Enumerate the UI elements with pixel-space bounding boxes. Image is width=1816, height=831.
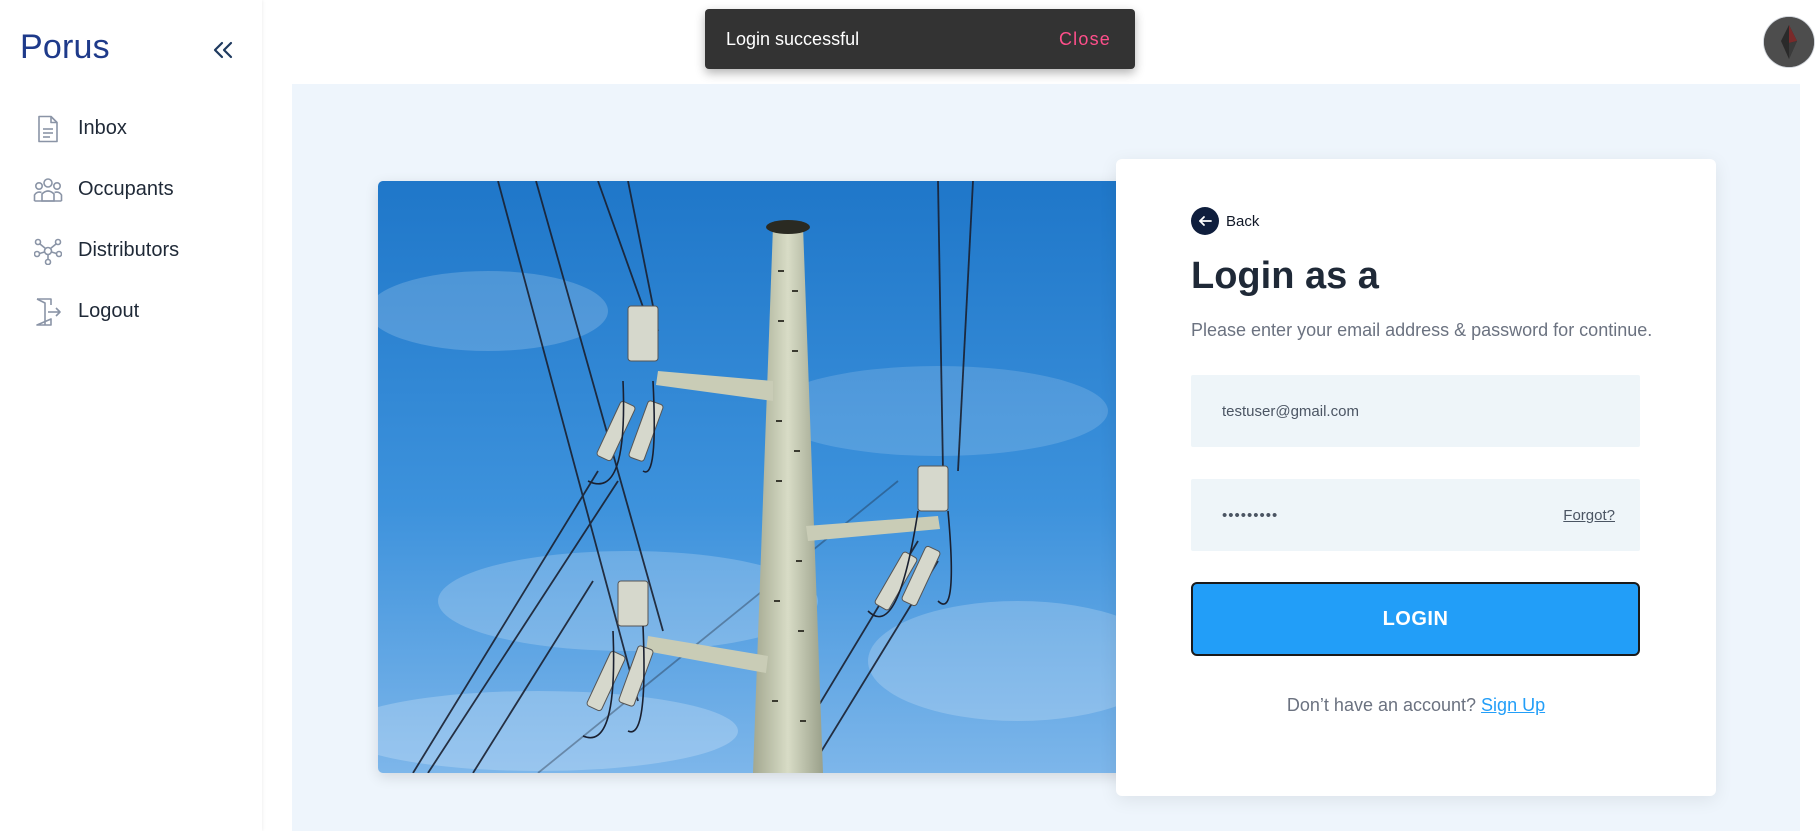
page-title: Login as a <box>1191 255 1379 297</box>
snackbar-message: Login successful <box>726 28 860 49</box>
snackbar-close-button[interactable]: Close <box>1059 29 1111 50</box>
login-subtitle: Please enter your email address & passwo… <box>1191 320 1653 340</box>
password-field-container: Forgot? <box>1191 479 1640 551</box>
signup-prompt: Don’t have an account? <box>1286 695 1482 715</box>
snackbar: Login successful Close <box>705 9 1135 69</box>
sidebar-item-label: Logout <box>78 300 140 322</box>
main-content: Back Login as a Please enter your email … <box>292 84 1800 831</box>
email-field[interactable] <box>1222 402 1615 420</box>
sidebar-item-inbox[interactable]: Inbox <box>0 98 262 159</box>
collapse-sidebar-button[interactable] <box>208 36 238 64</box>
power-line-photo <box>378 181 1141 773</box>
arrow-left-icon <box>1191 207 1219 235</box>
sidebar: Porus Inbox Occupants Distributors Logou… <box>0 0 262 831</box>
sidebar-item-label: Distributors <box>78 239 180 261</box>
user-avatar-icon <box>1764 17 1814 67</box>
sidebar-item-label: Inbox <box>78 117 127 139</box>
sidebar-item-occupants[interactable]: Occupants <box>0 159 262 220</box>
double-chevron-left-icon <box>213 41 233 59</box>
people-icon <box>33 175 63 205</box>
avatar[interactable] <box>1764 17 1814 67</box>
brand-logo[interactable]: Porus <box>20 28 110 67</box>
logout-icon <box>33 297 63 327</box>
signup-row: Don’t have an account? Sign Up <box>1116 695 1716 716</box>
login-button[interactable]: LOGIN <box>1191 582 1640 656</box>
back-label: Back <box>1226 212 1260 230</box>
sidebar-nav: Inbox Occupants Distributors Logout <box>0 98 262 342</box>
forgot-password-link[interactable]: Forgot? <box>1563 507 1615 524</box>
document-icon <box>33 114 63 144</box>
password-field[interactable] <box>1222 506 1564 524</box>
sidebar-item-label: Occupants <box>78 178 174 200</box>
network-icon <box>33 236 63 266</box>
back-button[interactable]: Back <box>1191 207 1259 235</box>
sidebar-item-distributors[interactable]: Distributors <box>0 220 262 281</box>
sidebar-item-logout[interactable]: Logout <box>0 281 262 342</box>
email-field-container <box>1191 375 1640 447</box>
signup-link[interactable]: Sign Up <box>1481 695 1545 715</box>
login-card: Back Login as a Please enter your email … <box>1116 159 1716 796</box>
